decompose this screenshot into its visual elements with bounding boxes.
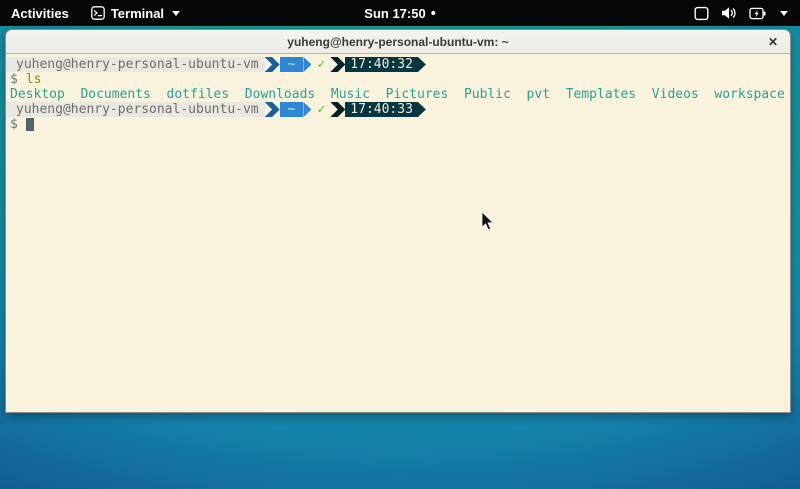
powerline-separator-icon <box>265 102 280 117</box>
app-menu-label: Terminal <box>111 6 164 21</box>
clock-button[interactable]: Sun 17:50 <box>356 0 443 26</box>
command-line-1: $ ls <box>6 72 790 87</box>
status-check-icon: ✓ <box>311 102 330 117</box>
terminal-cursor <box>26 118 34 131</box>
prompt-timestamp: 17:40:32 <box>345 57 418 72</box>
powerline-arrow-icon <box>418 57 426 72</box>
activities-button[interactable]: Activities <box>0 0 80 26</box>
prompt-symbol: $ <box>10 72 18 87</box>
output-line: Desktop Documents dotfiles Downloads Mus… <box>6 87 790 102</box>
chevron-down-icon <box>172 11 180 16</box>
command-text: ls <box>26 72 42 87</box>
prompt-timestamp: 17:40:33 <box>345 102 418 117</box>
powerline-separator-icon <box>265 57 280 72</box>
chevron-down-icon <box>780 11 788 16</box>
powerline-separator-icon <box>330 102 345 117</box>
terminal-icon <box>91 6 105 20</box>
prompt-user: yuheng@henry-personal-ubuntu-vm <box>6 102 265 117</box>
powerline-arrow-icon <box>418 102 426 117</box>
battery-charging-icon <box>749 7 766 20</box>
powerline-arrow-icon <box>303 102 311 117</box>
prompt-path: ~ <box>280 57 304 72</box>
prompt-line-1: yuheng@henry-personal-ubuntu-vm ~ ✓ 17:4… <box>6 57 790 72</box>
display-icon <box>694 6 709 21</box>
close-button[interactable]: ✕ <box>768 36 778 48</box>
mouse-cursor <box>481 211 495 232</box>
command-line-2: $ <box>6 117 790 132</box>
powerline-arrow-icon <box>303 57 311 72</box>
app-menu-button[interactable]: Terminal <box>80 0 191 26</box>
prompt-path: ~ <box>280 102 304 117</box>
terminal-content[interactable]: yuheng@henry-personal-ubuntu-vm ~ ✓ 17:4… <box>6 54 790 412</box>
prompt-user: yuheng@henry-personal-ubuntu-vm <box>6 57 265 72</box>
system-menu-button[interactable] <box>682 0 800 26</box>
status-check-icon: ✓ <box>311 57 330 72</box>
directory-listing: Desktop Documents dotfiles Downloads Mus… <box>10 87 785 102</box>
prompt-symbol: $ <box>10 117 18 132</box>
terminal-window: yuheng@henry-personal-ubuntu-vm: ~ ✕ yuh… <box>5 29 791 413</box>
prompt-line-2: yuheng@henry-personal-ubuntu-vm ~ ✓ 17:4… <box>6 102 790 117</box>
window-titlebar[interactable]: yuheng@henry-personal-ubuntu-vm: ~ ✕ <box>6 30 790 54</box>
volume-icon <box>721 6 737 20</box>
clock-label: Sun 17:50 <box>364 6 425 21</box>
window-title: yuheng@henry-personal-ubuntu-vm: ~ <box>287 35 508 49</box>
powerline-separator-icon <box>330 57 345 72</box>
top-bar: Activities Terminal Sun 17:50 <box>0 0 800 26</box>
notification-dot-icon <box>432 11 436 15</box>
